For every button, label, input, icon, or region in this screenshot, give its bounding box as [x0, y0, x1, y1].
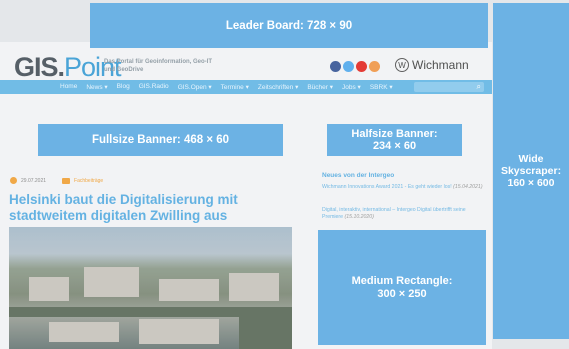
ad-fullsize-banner: Fullsize Banner: 468 × 60	[38, 124, 283, 156]
news-item[interactable]: Wichmann Innovations Award 2021 - Es geh…	[322, 184, 487, 191]
rss-icon[interactable]	[369, 61, 380, 72]
article-date: 29.07.2021	[21, 177, 47, 184]
ad-leaderboard: Leader Board: 728 × 90	[90, 3, 488, 48]
publisher-name: Wichmann	[412, 58, 469, 72]
calendar-icon	[10, 177, 17, 184]
nav-item[interactable]: Bücher ▾	[307, 83, 333, 91]
publisher-logo[interactable]: W Wichmann	[395, 58, 469, 72]
nav-item[interactable]: Jobs ▾	[342, 83, 361, 91]
nav-item[interactable]: Home	[60, 83, 77, 91]
youtube-icon[interactable]	[356, 61, 367, 72]
logo-gis: GIS.	[14, 52, 65, 82]
main-navigation: Home News ▾ Blog GIS.Radio GIS.Open ▾ Termine…	[0, 80, 492, 94]
news-heading: Neues von der Intergeo	[322, 172, 395, 179]
nav-item[interactable]: Blog	[117, 83, 130, 91]
nav-item[interactable]: Termine ▾	[221, 83, 249, 91]
news-item[interactable]: Digital, interaktiv, international – Int…	[322, 207, 487, 221]
twitter-icon[interactable]	[343, 61, 354, 72]
wichmann-logo-icon: W	[395, 58, 409, 72]
nav-item[interactable]: Zeitschriften ▾	[258, 83, 298, 91]
facebook-icon[interactable]	[330, 61, 341, 72]
search-icon[interactable]: ⌕	[477, 82, 481, 92]
article-category[interactable]: Fachbeiträge	[74, 178, 103, 184]
nav-item[interactable]: GIS.Open ▾	[178, 83, 212, 91]
nav-item[interactable]: News ▾	[86, 83, 107, 91]
nav-search-input[interactable]: ⌕	[414, 82, 484, 92]
article-photo[interactable]	[9, 227, 292, 349]
nav-item[interactable]: SBRK ▾	[370, 83, 393, 91]
social-icons	[330, 61, 380, 72]
article-meta: 29.07.2021 Fachbeiträge	[10, 177, 103, 184]
site-tagline: Das Portal für Geoinformation, Geo-IT un…	[104, 59, 213, 73]
nav-item[interactable]: GIS.Radio	[139, 83, 169, 91]
category-icon	[62, 177, 71, 184]
ad-halfsize-banner: Halfsize Banner: 234 × 60	[327, 124, 462, 156]
ad-wide-skyscraper: Wide Skyscraper: 160 × 600	[493, 3, 569, 339]
ad-medium-rectangle: Medium Rectangle: 300 × 250	[318, 230, 486, 345]
article-title[interactable]: Helsinki baut die Digitalisierung mit st…	[9, 192, 299, 224]
